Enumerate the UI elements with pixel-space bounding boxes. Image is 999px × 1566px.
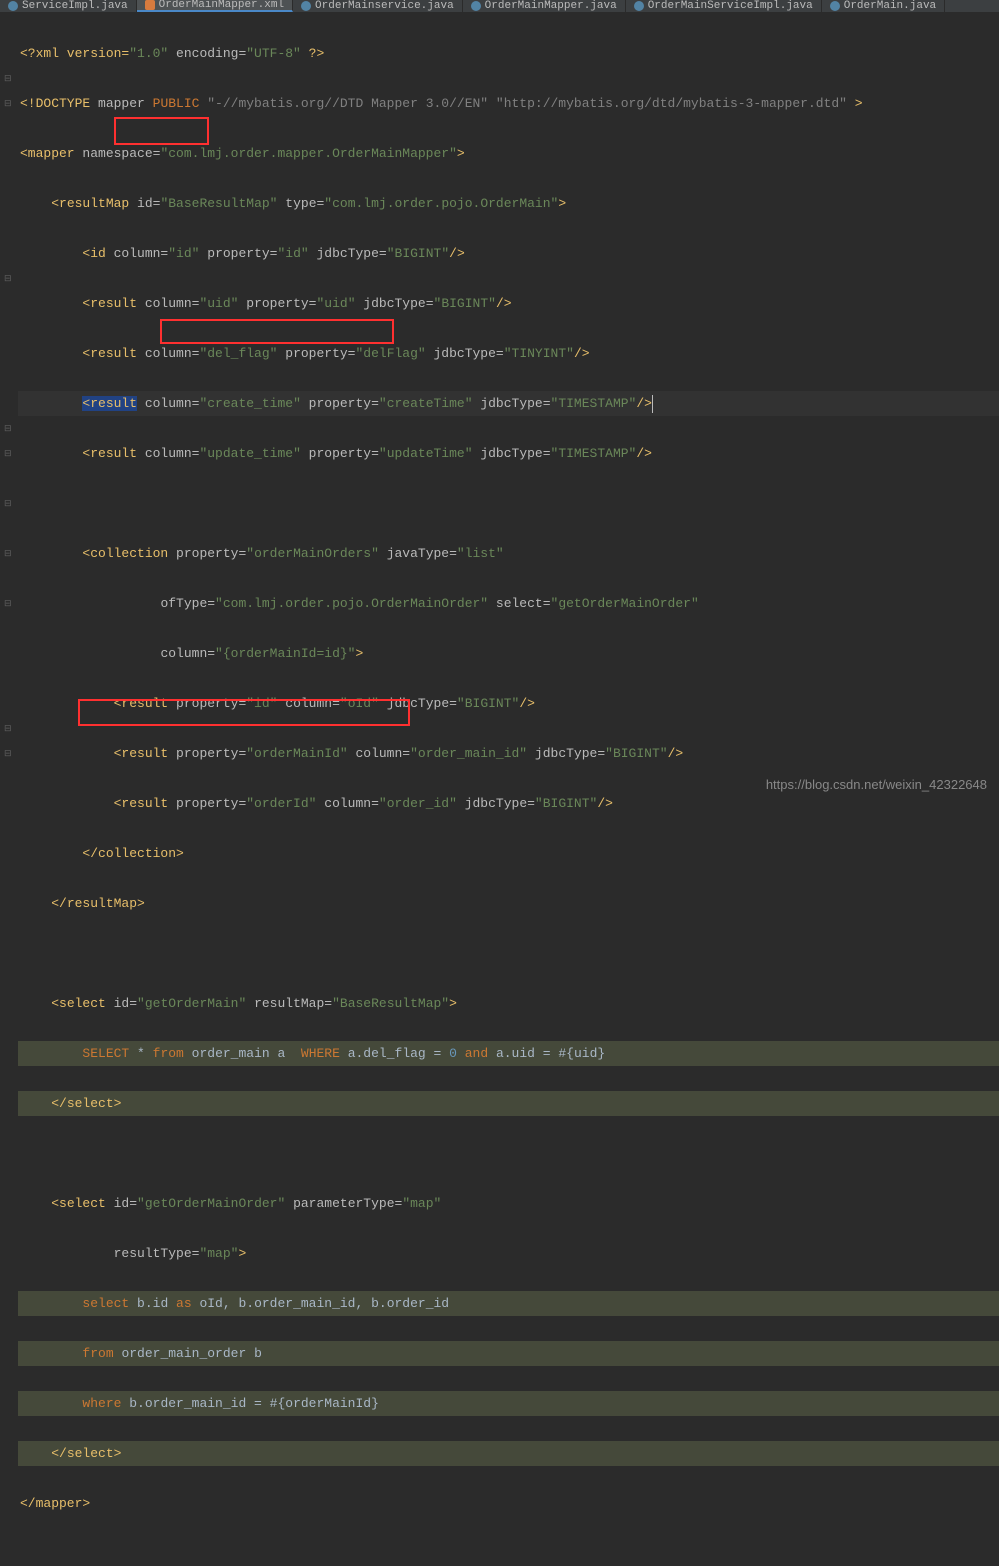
java-icon xyxy=(301,1,311,11)
tab-ordermainserviceimpl[interactable]: OrderMainServiceImpl.java xyxy=(626,0,822,12)
code-line: </select> xyxy=(18,1441,999,1466)
code-line-sql: select b.id as oId, b.order_main_id, b.o… xyxy=(18,1291,999,1316)
code-line: <!DOCTYPE mapper PUBLIC "-//mybatis.org/… xyxy=(18,91,999,116)
code-line: <id column="id" property="id" jdbcType="… xyxy=(18,241,999,266)
tab-ordermainmapper-java[interactable]: OrderMainMapper.java xyxy=(463,0,626,12)
fold-icon[interactable]: ⊟ xyxy=(4,724,14,734)
fold-icon[interactable]: ⊟ xyxy=(4,449,14,459)
code-line: resultType="map"> xyxy=(18,1241,999,1266)
java-icon xyxy=(634,1,644,11)
code-line xyxy=(18,941,999,966)
tab-ordermainservice[interactable]: OrderMainservice.java xyxy=(293,0,463,12)
xml-icon xyxy=(145,0,155,10)
gutter: ⊟ ⊟ ⊟ ⊟ ⊟ ⊟ ⊟ ⊟ ⊟ ⊟ xyxy=(0,12,18,1566)
code-line: column="{orderMainId=id}"> xyxy=(18,641,999,666)
code-line: <resultMap id="BaseResultMap" type="com.… xyxy=(18,191,999,216)
java-icon xyxy=(8,1,18,11)
code-line: <select id="getOrderMain" resultMap="Bas… xyxy=(18,991,999,1016)
fold-icon[interactable]: ⊟ xyxy=(4,274,14,284)
annotation-box-3 xyxy=(78,699,410,726)
tab-ordermain[interactable]: OrderMain.java xyxy=(822,0,945,12)
code-line xyxy=(18,491,999,516)
code-line-sql: from order_main_order b xyxy=(18,1341,999,1366)
code-line: <result property="orderMainId" column="o… xyxy=(18,741,999,766)
java-icon xyxy=(471,1,481,11)
code-line: <collection property="orderMainOrders" j… xyxy=(18,541,999,566)
annotation-box-1 xyxy=(114,117,209,145)
code-line: <result column="uid" property="uid" jdbc… xyxy=(18,291,999,316)
code-line: <?xml version="1.0" encoding="UTF-8" ?> xyxy=(18,41,999,66)
tab-serviceimpl[interactable]: ServiceImpl.java xyxy=(0,0,137,12)
code-line: ofType="com.lmj.order.pojo.OrderMainOrde… xyxy=(18,591,999,616)
code-line: <result column="del_flag" property="delF… xyxy=(18,341,999,366)
code-line-active: <result column="create_time" property="c… xyxy=(18,391,999,416)
fold-icon[interactable]: ⊟ xyxy=(4,549,14,559)
code-line: </collection> xyxy=(18,841,999,866)
java-icon xyxy=(830,1,840,11)
code-line: <result column="update_time" property="u… xyxy=(18,441,999,466)
tab-ordermainmapper-xml[interactable]: OrderMainMapper.xml xyxy=(137,0,293,12)
code-line-sql: SELECT * from order_main a WHERE a.del_f… xyxy=(18,1041,999,1066)
code-line: <select id="getOrderMainOrder" parameter… xyxy=(18,1191,999,1216)
code-line xyxy=(18,1141,999,1166)
editor-tabs: ServiceImpl.java OrderMainMapper.xml Ord… xyxy=(0,0,999,12)
code-line-sql: where b.order_main_id = #{orderMainId} xyxy=(18,1391,999,1416)
fold-icon[interactable]: ⊟ xyxy=(4,99,14,109)
fold-icon[interactable]: ⊟ xyxy=(4,599,14,609)
fold-icon[interactable]: ⊟ xyxy=(4,499,14,509)
fold-icon[interactable]: ⊟ xyxy=(4,749,14,759)
fold-icon[interactable]: ⊟ xyxy=(4,74,14,84)
text-cursor xyxy=(652,395,653,413)
code-line: </resultMap> xyxy=(18,891,999,916)
fold-icon[interactable]: ⊟ xyxy=(4,424,14,434)
code-line: </mapper> xyxy=(18,1491,999,1516)
annotation-box-2 xyxy=(160,319,394,344)
code-line: </select> xyxy=(18,1091,999,1116)
watermark: https://blog.csdn.net/weixin_42322648 xyxy=(766,777,987,792)
